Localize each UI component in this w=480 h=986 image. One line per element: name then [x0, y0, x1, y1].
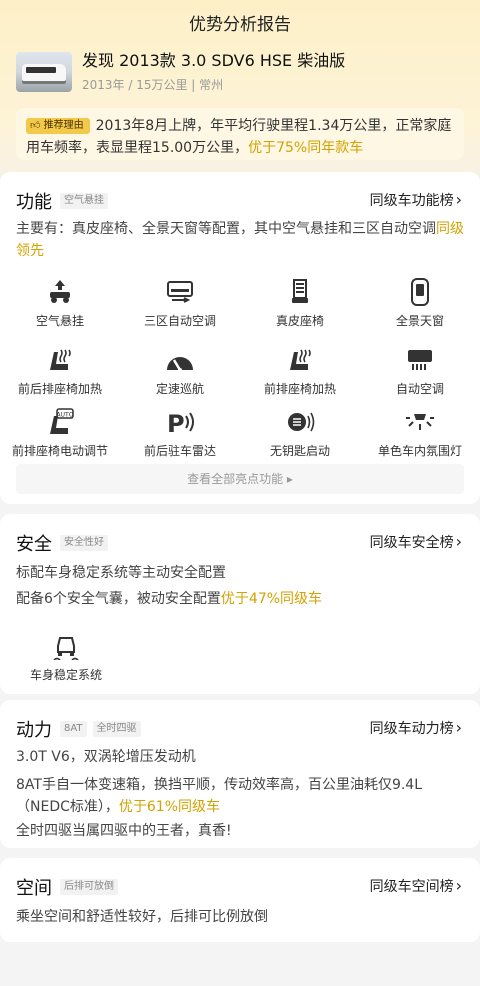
reason-highlight: 优于75%同年款车	[248, 140, 364, 156]
seat-heating-icon	[50, 349, 71, 370]
safety-card: 安全 安全性好 同级车安全榜 › 标配车身稳定系统等主动安全配置 配备6个安全气囊…	[0, 514, 480, 694]
safety-line1: 标配车身稳定系统等主动安全配置	[16, 565, 226, 581]
power-rank-link[interactable]: 同级车动力榜 ›	[370, 718, 462, 738]
feature-item[interactable]: 自动空调	[360, 346, 480, 397]
safety-rank-link[interactable]: 同级车安全榜 ›	[370, 532, 462, 552]
feature-item[interactable]: P 前后驻车雷达	[120, 408, 240, 459]
power-line3: 全时四驱当属四驱中的王者，真香!	[16, 823, 232, 839]
safety-line2: 配备6个安全气囊，被动安全配置优于47%同级车	[16, 591, 323, 607]
power-line2: 8AT手自一体变速箱，换挡平顺，传动效率高，百公里油耗仅9.4L（NEDC标准）…	[16, 777, 423, 815]
feature-item[interactable]: 前后排座椅加热	[0, 346, 120, 397]
auto-ac-icon	[408, 350, 432, 370]
chevron-right-icon: ›	[455, 718, 462, 737]
climate-control-icon	[167, 281, 193, 303]
chevron-right-icon: ›	[455, 876, 462, 895]
function-desc: 主要有：真皮座椅、全景天窗等配置，其中空气悬挂和三区自动空调同级领先	[16, 221, 464, 259]
chevron-right-icon: ›	[455, 532, 462, 551]
power-line1: 3.0T V6，双涡轮增压发动机	[16, 749, 196, 765]
feature-item[interactable]: AUTO 前排座椅电动调节	[0, 408, 120, 459]
feature-item[interactable]: 三区自动空调	[120, 278, 240, 329]
safety-chip: 安全性好	[60, 535, 108, 551]
space-rank-link[interactable]: 同级车空间榜 ›	[370, 876, 462, 896]
parking-radar-icon: P	[167, 410, 194, 436]
function-chip: 空气悬挂	[60, 193, 108, 209]
feature-item[interactable]: 单色车内氛围灯	[360, 408, 480, 459]
leather-seat-icon	[292, 279, 308, 303]
power-card: 动力 8AT 全时四驱 同级车动力榜 › 3.0T V6，双涡轮增压发动机 8AT…	[0, 700, 480, 848]
feature-item[interactable]: 全景天窗	[360, 278, 480, 329]
car-summary[interactable]: 发现 2013款 3.0 SDV6 HSE 柴油版 2013年 / 15万公里 …	[16, 51, 346, 93]
function-rank-link[interactable]: 同级车功能榜 ›	[370, 190, 462, 210]
feature-item[interactable]: 定速巡航	[120, 346, 240, 397]
keyless-start-icon	[288, 412, 315, 432]
safety-title: 安全	[16, 534, 52, 555]
power-seat-icon: AUTO	[50, 408, 74, 434]
car-meta: 2013年 / 15万公里 | 常州	[82, 78, 224, 92]
reason-text: 2013年8月上牌，年平均行驶里程1.34万公里，正常家庭用车频率，表显里程15…	[26, 118, 452, 156]
function-title: 功能	[16, 192, 52, 213]
power-chip: 全时四驱	[92, 721, 141, 737]
svg-text:P: P	[167, 410, 185, 436]
power-chip: 8AT	[60, 721, 87, 737]
feature-item[interactable]: 车身稳定系统	[6, 632, 126, 683]
space-title: 空间	[16, 878, 52, 899]
panoramic-roof-icon	[411, 278, 429, 306]
chevron-right-icon: ›	[455, 190, 462, 209]
car-name: 发现 2013款 3.0 SDV6 HSE 柴油版	[82, 51, 346, 70]
air-suspension-icon	[50, 280, 70, 303]
feature-item[interactable]: 前排座椅加热	[240, 346, 360, 397]
space-line1: 乘坐空间和舒适性较好，后排可比例放倒	[16, 909, 268, 925]
cruise-control-icon	[167, 357, 193, 372]
seat-heating-icon	[290, 349, 311, 370]
space-card: 空间 后排可放倒 同级车空间榜 › 乘坐空间和舒适性较好，后排可比例放倒	[0, 858, 480, 942]
stability-control-icon	[53, 637, 79, 660]
svg-text:AUTO: AUTO	[57, 412, 74, 419]
ambient-light-icon	[406, 414, 434, 430]
feature-item[interactable]: 空气悬挂	[0, 278, 120, 329]
feature-item[interactable]: 无钥匙启动	[240, 408, 360, 459]
page-title: 优势分析报告	[189, 15, 291, 35]
power-title: 动力	[16, 720, 52, 741]
recommend-tag: 👍︎ 推荐理由	[26, 118, 90, 134]
car-thumbnail	[16, 52, 72, 92]
feature-item[interactable]: 真皮座椅	[240, 278, 360, 329]
view-all-features-button[interactable]: 查看全部亮点功能 ▸	[16, 464, 464, 494]
space-chip: 后排可放倒	[60, 879, 118, 895]
recommend-reason: 👍︎ 推荐理由 2013年8月上牌，年平均行驶里程1.34万公里，正常家庭用车频率…	[16, 108, 464, 160]
